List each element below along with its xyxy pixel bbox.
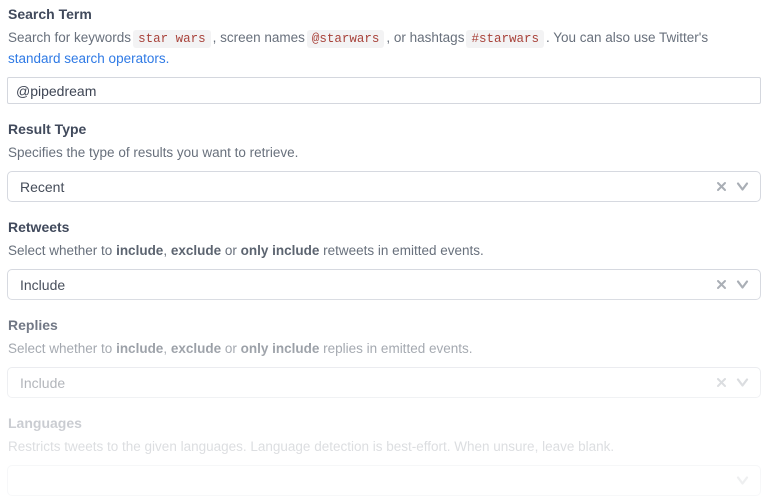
field-languages: Languages Restricts tweets to the given … [7,415,761,496]
desc-text: or [221,341,241,356]
desc-text: Select whether to [8,341,116,356]
chevron-down-icon[interactable] [736,181,749,192]
desc-bold: include [116,243,163,258]
desc-bold: include [116,341,163,356]
languages-select [7,465,761,496]
code-example-keywords: star wars [133,30,211,48]
desc-text: Select whether to [8,243,116,258]
result-type-select[interactable]: Recent [7,171,761,202]
retweets-selected-value: Include [20,277,716,293]
search-term-description: Search for keywordsstar wars, screen nam… [8,28,760,69]
twitter-search-config-form: Search Term Search for keywordsstar wars… [0,0,768,500]
desc-text: . You can also use Twitter's [546,30,708,45]
field-result-type: Result Type Specifies the type of result… [7,121,761,202]
chevron-down-icon[interactable] [736,279,749,290]
code-example-hashtag: #starwars [466,30,544,48]
retweets-description: Select whether to include, exclude or on… [8,241,760,261]
code-example-screen-name: @starwars [307,30,385,48]
desc-bold: only include [241,243,320,258]
languages-description: Restricts tweets to the given languages.… [8,437,760,457]
desc-text: or [221,243,241,258]
desc-text: , or hashtags [386,30,464,45]
desc-text: , screen names [213,30,305,45]
field-retweets: Retweets Select whether to include, excl… [7,219,761,300]
desc-text: Search for keywords [8,30,131,45]
languages-label: Languages [8,415,760,432]
desc-bold: exclude [171,243,221,258]
field-replies: Replies Select whether to include, exclu… [7,317,761,398]
clear-icon[interactable] [716,279,727,290]
desc-text: , [163,341,171,356]
desc-text: retweets in emitted events. [319,243,483,258]
clear-icon[interactable] [716,377,727,388]
search-operators-link[interactable]: standard search operators. [8,51,169,66]
replies-selected-value: Include [20,375,716,391]
desc-bold: only include [241,341,320,356]
search-term-label: Search Term [8,6,760,23]
replies-description: Select whether to include, exclude or on… [8,339,760,359]
retweets-select[interactable]: Include [7,269,761,300]
result-type-description: Specifies the type of results you want t… [8,143,760,163]
result-type-selected-value: Recent [20,179,716,195]
field-search-term: Search Term Search for keywordsstar wars… [7,6,761,104]
clear-icon[interactable] [716,181,727,192]
replies-label: Replies [8,317,760,334]
search-term-input[interactable] [7,77,761,104]
result-type-label: Result Type [8,121,760,138]
desc-text: , [163,243,171,258]
chevron-down-icon[interactable] [736,377,749,388]
retweets-label: Retweets [8,219,760,236]
desc-text: replies in emitted events. [319,341,472,356]
chevron-down-icon [736,475,749,486]
replies-select[interactable]: Include [7,367,761,398]
desc-bold: exclude [171,341,221,356]
